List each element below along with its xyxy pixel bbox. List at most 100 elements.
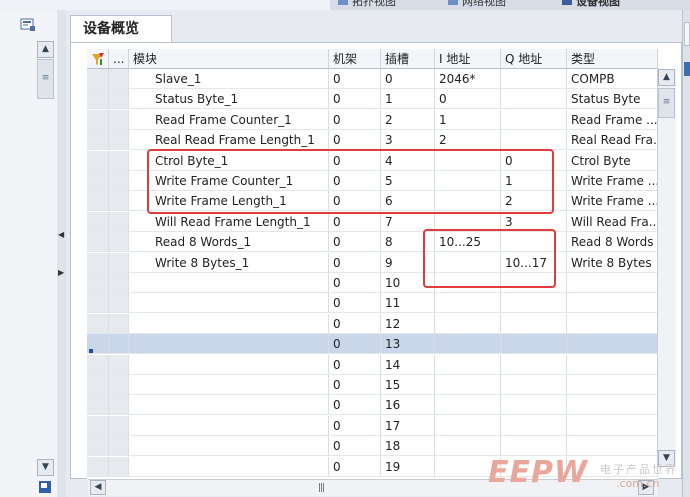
cell-rack[interactable]: 0 (329, 191, 381, 212)
scroll-track[interactable] (37, 59, 54, 459)
row-icon-cell[interactable] (87, 354, 109, 375)
cell-slot[interactable]: 14 (381, 354, 435, 375)
table-row[interactable]: Ctrol Byte_1 0 4 0 Ctrol Byte (87, 150, 658, 171)
table-row[interactable]: 0 17 (87, 415, 658, 436)
row-more-cell[interactable] (109, 415, 129, 436)
row-more-cell[interactable] (109, 456, 129, 477)
cell-module[interactable]: Ctrol Byte_1 (129, 150, 329, 171)
cell-slot[interactable]: 1 (381, 89, 435, 110)
cell-i_addr[interactable] (435, 313, 501, 334)
cell-q_addr[interactable] (501, 313, 567, 334)
header-type[interactable]: 类型 (567, 49, 658, 69)
row-icon-cell[interactable] (87, 232, 109, 253)
header-module[interactable]: 模块 (129, 49, 329, 69)
cell-q_addr[interactable] (501, 273, 567, 293)
cell-type[interactable]: Status Byte (567, 89, 658, 110)
row-more-cell[interactable] (109, 293, 129, 314)
cell-rack[interactable]: 0 (329, 293, 381, 314)
cell-i_addr[interactable]: 1 (435, 109, 501, 130)
cell-slot[interactable]: 3 (381, 130, 435, 151)
cell-type[interactable]: Ctrol Byte (567, 150, 658, 171)
cell-type[interactable]: Read 8 Words (567, 232, 658, 253)
cell-module[interactable]: Status Byte_1 (129, 89, 329, 110)
table-scroll-up-icon[interactable]: ▲ (658, 69, 675, 86)
scroll-thumb[interactable]: ≡ (37, 59, 54, 99)
cell-q_addr[interactable] (501, 109, 567, 130)
cell-i_addr[interactable] (435, 334, 501, 355)
table-row[interactable]: Slave_1 0 0 2046* COMPB (87, 69, 658, 89)
cell-slot[interactable]: 16 (381, 395, 435, 416)
scroll-down-icon[interactable]: ▼ (37, 459, 54, 476)
row-more-cell[interactable] (109, 191, 129, 212)
cell-q_addr[interactable]: 3 (501, 211, 567, 232)
collapse-left-icon[interactable]: ◀ (58, 230, 64, 239)
row-icon-cell[interactable] (87, 252, 109, 273)
cell-module[interactable] (129, 375, 329, 395)
cell-q_addr[interactable] (501, 232, 567, 253)
row-icon-cell[interactable] (87, 436, 109, 457)
cell-i_addr[interactable] (435, 252, 501, 273)
cell-slot[interactable]: 19 (381, 456, 435, 477)
table-row[interactable]: Read Frame Counter_1 0 2 1 Read Frame ... (87, 109, 658, 130)
row-icon-cell[interactable] (87, 171, 109, 191)
cell-slot[interactable]: 12 (381, 313, 435, 334)
expand-right-icon[interactable]: ▶ (58, 268, 64, 277)
cell-q_addr[interactable]: 1 (501, 171, 567, 191)
cell-type[interactable] (567, 293, 658, 314)
panel-icon[interactable] (38, 480, 52, 494)
row-icon-cell[interactable] (87, 191, 109, 212)
filter-icon[interactable] (87, 49, 109, 69)
row-more-cell[interactable] (109, 69, 129, 89)
table-row[interactable]: 0 13 (87, 334, 658, 355)
header-i_addr[interactable]: I 地址 (435, 49, 501, 69)
cell-i_addr[interactable] (435, 395, 501, 416)
cell-q_addr[interactable] (501, 69, 567, 89)
row-more-cell[interactable] (109, 252, 129, 273)
table-row[interactable]: 0 18 (87, 436, 658, 457)
row-icon-cell[interactable] (87, 211, 109, 232)
cell-module[interactable]: Will Read Frame Length_1 (129, 211, 329, 232)
cell-rack[interactable]: 0 (329, 150, 381, 171)
cell-i_addr[interactable] (435, 273, 501, 293)
row-more-cell[interactable] (109, 354, 129, 375)
row-icon-cell[interactable] (87, 150, 109, 171)
cell-type[interactable]: COMPB (567, 69, 658, 89)
cell-type[interactable] (567, 395, 658, 416)
cell-i_addr[interactable]: 0 (435, 89, 501, 110)
cell-module[interactable] (129, 273, 329, 293)
cell-rack[interactable]: 0 (329, 395, 381, 416)
table-row[interactable]: 0 12 (87, 313, 658, 334)
cell-rack[interactable]: 0 (329, 211, 381, 232)
table-vertical-scrollbar[interactable]: ▲ ≡ ▼ (657, 69, 676, 467)
cell-rack[interactable]: 0 (329, 334, 381, 355)
tab-network-view[interactable]: 网络视图 (448, 0, 506, 9)
cell-type[interactable]: Write Frame ... (567, 191, 658, 212)
cell-module[interactable] (129, 415, 329, 436)
row-more-cell[interactable] (109, 109, 129, 130)
right-panel-checkbox[interactable] (684, 62, 690, 76)
tab-device-overview[interactable]: 设备概览 (70, 15, 172, 43)
cell-i_addr[interactable] (435, 415, 501, 436)
row-more-cell[interactable] (109, 334, 129, 355)
cell-slot[interactable]: 17 (381, 415, 435, 436)
cell-slot[interactable]: 10 (381, 273, 435, 293)
table-row[interactable]: Write Frame Counter_1 0 5 1 Write Frame ... (87, 171, 658, 191)
cell-module[interactable] (129, 293, 329, 314)
hscroll-grip[interactable]: ||| (318, 483, 325, 493)
cell-rack[interactable]: 0 (329, 313, 381, 334)
row-more-cell[interactable] (109, 273, 129, 293)
table-scroll-thumb[interactable]: ≡ (658, 88, 675, 118)
row-icon-cell[interactable] (87, 130, 109, 151)
row-more-cell[interactable] (109, 375, 129, 395)
cell-type[interactable] (567, 415, 658, 436)
cell-q_addr[interactable] (501, 293, 567, 314)
row-icon-cell[interactable] (87, 89, 109, 110)
cell-q_addr[interactable] (501, 130, 567, 151)
cell-slot[interactable]: 6 (381, 191, 435, 212)
cell-type[interactable] (567, 375, 658, 395)
cell-slot[interactable]: 11 (381, 293, 435, 314)
cell-i_addr[interactable] (435, 354, 501, 375)
header-q_addr[interactable]: Q 地址 (501, 49, 567, 69)
cell-q_addr[interactable] (501, 89, 567, 110)
table-row[interactable]: Write Frame Length_1 0 6 2 Write Frame ... (87, 191, 658, 212)
